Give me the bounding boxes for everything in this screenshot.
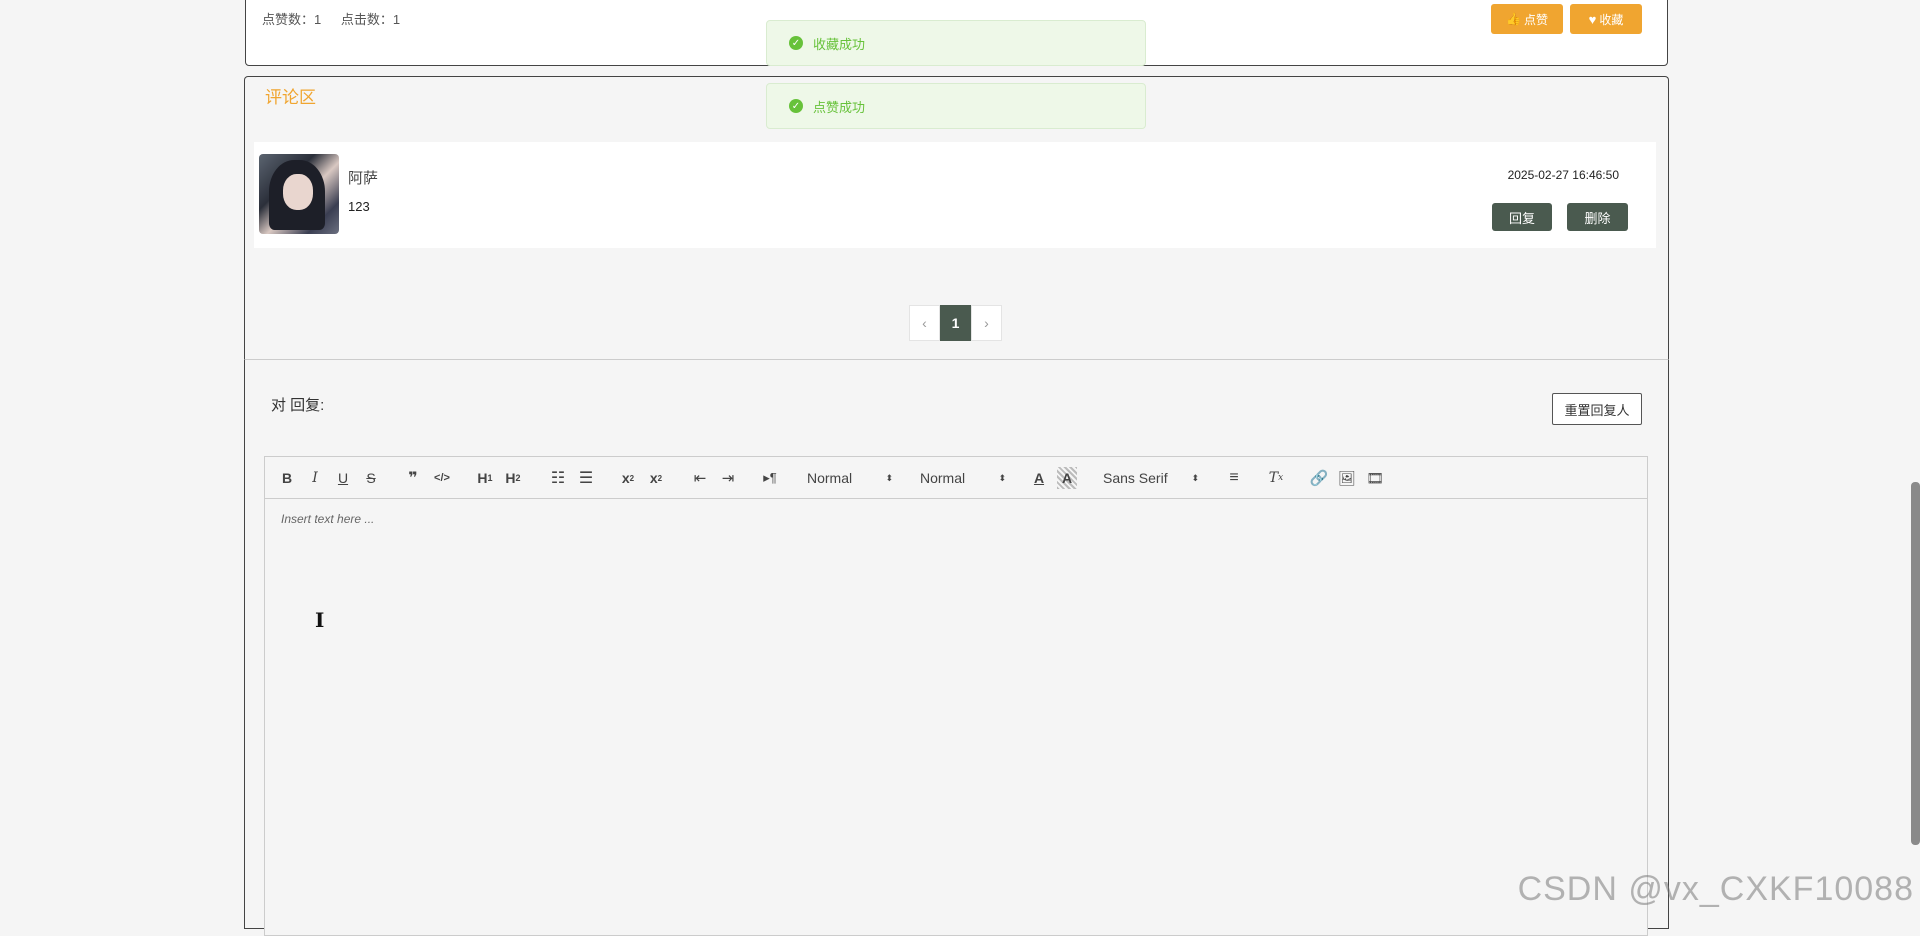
select-arrows-icon: ⬍ <box>998 472 1006 483</box>
align-icon[interactable]: ≡ <box>1223 467 1245 489</box>
code-block-icon[interactable]: </> <box>431 467 453 489</box>
link-icon[interactable]: 🔗 <box>1308 467 1330 489</box>
select-arrows-icon: ⬍ <box>885 472 893 483</box>
prev-page-button[interactable]: ‹ <box>909 305 940 341</box>
select-arrows-icon: ⬍ <box>1191 472 1199 483</box>
page-scrollbar[interactable] <box>1911 482 1920 845</box>
clicks-count: 点击数：1 <box>340 12 401 27</box>
indent-icon[interactable]: ⇥ <box>717 467 739 489</box>
delete-button[interactable]: 删除 <box>1567 203 1628 231</box>
editor-content[interactable]: Insert text here ... <box>281 512 374 526</box>
next-page-button[interactable]: › <box>971 305 1002 341</box>
thumbs-up-icon: 👍 <box>1506 12 1521 26</box>
text-cursor-icon: I <box>315 608 325 632</box>
header-select[interactable]: Normal ⬍ <box>807 467 893 489</box>
italic-icon[interactable]: I <box>305 467 325 489</box>
comment-timestamp: 2025-02-27 16:46:50 <box>1507 168 1619 182</box>
underline-icon[interactable]: U <box>333 467 353 489</box>
text-color-icon[interactable]: A <box>1029 467 1049 489</box>
like-button[interactable]: 👍 点赞 <box>1491 4 1563 34</box>
comment-item: 阿萨 123 2025-02-27 16:46:50 回复 删除 <box>254 142 1656 248</box>
favorite-button[interactable]: ♥ 收藏 <box>1570 4 1642 34</box>
comment-section-title: 评论区 <box>265 88 316 107</box>
heart-icon: ♥ <box>1588 11 1597 27</box>
toast-favorite-success: ✓ 收藏成功 <box>766 20 1146 66</box>
likes-count: 点赞数：1 <box>262 12 322 27</box>
reply-section: 对 回复: 重置回复人 B I U S ❞ </> H1 H2 ☷ ☰ x2 x… <box>244 359 1669 936</box>
font-select[interactable]: Sans Serif ⬍ <box>1103 467 1199 489</box>
comment-content: 123 <box>348 199 370 214</box>
image-icon[interactable]: 🖼 <box>1336 467 1358 489</box>
watermark: CSDN @vx_CXKF10088 <box>1517 870 1914 908</box>
video-icon[interactable]: 🎞 <box>1364 467 1386 489</box>
text-direction-icon[interactable]: ▸¶ <box>759 467 781 489</box>
bold-icon[interactable]: B <box>277 467 297 489</box>
comment-author: 阿萨 <box>348 170 379 187</box>
outdent-icon[interactable]: ⇤ <box>689 467 711 489</box>
avatar <box>259 154 339 234</box>
page-1-button[interactable]: 1 <box>940 305 971 341</box>
strike-icon[interactable]: S <box>361 467 381 489</box>
pagination: ‹ 1 › <box>909 305 1002 341</box>
check-circle-icon: ✓ <box>789 99 803 113</box>
ordered-list-icon[interactable]: ☷ <box>547 467 569 489</box>
blockquote-icon[interactable]: ❞ <box>403 467 423 489</box>
reply-target-label: 对 回复: <box>271 397 325 414</box>
subscript-icon[interactable]: x2 <box>617 467 639 489</box>
header-2-icon[interactable]: H2 <box>502 467 524 489</box>
superscript-icon[interactable]: x2 <box>645 467 667 489</box>
reset-reply-target-button[interactable]: 重置回复人 <box>1552 393 1642 425</box>
size-select[interactable]: Normal ⬍ <box>920 467 1006 489</box>
background-color-icon[interactable]: A <box>1057 467 1077 489</box>
editor-toolbar: B I U S ❞ </> H1 H2 ☷ ☰ x2 x2 ⇤ ⇥ ▸¶ Nor… <box>265 457 1647 499</box>
clear-format-icon[interactable]: Tx <box>1265 467 1287 489</box>
toast-like-success: ✓ 点赞成功 <box>766 83 1146 129</box>
check-circle-icon: ✓ <box>789 36 803 50</box>
header-1-icon[interactable]: H1 <box>474 467 496 489</box>
rich-text-editor: B I U S ❞ </> H1 H2 ☷ ☰ x2 x2 ⇤ ⇥ ▸¶ Nor… <box>264 456 1648 936</box>
reply-button[interactable]: 回复 <box>1492 203 1552 231</box>
article-stats: 点赞数：1 点击数：1 <box>262 9 416 28</box>
bullet-list-icon[interactable]: ☰ <box>575 467 597 489</box>
